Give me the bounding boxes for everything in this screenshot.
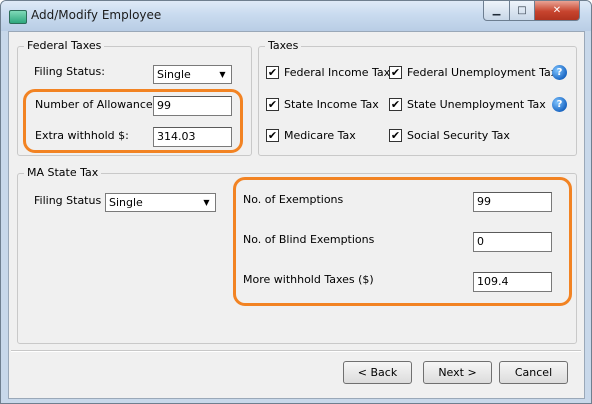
medicare-tax-label: Medicare Tax <box>284 129 356 142</box>
window-title: Add/Modify Employee <box>31 8 162 22</box>
window: Add/Modify Employee ▁ □ ✕ Federal Taxes … <box>0 0 592 404</box>
back-button[interactable]: < Back <box>343 361 412 384</box>
more-withhold-input[interactable]: 109.4 <box>473 272 552 292</box>
extra-withhold-input[interactable]: 314.03 <box>153 127 232 147</box>
social-security-tax-label: Social Security Tax <box>407 129 510 142</box>
federal-filing-status-select[interactable]: Single ▼ <box>153 65 232 84</box>
maximize-icon: □ <box>517 5 527 16</box>
minimize-button[interactable]: ▁ <box>483 1 510 21</box>
close-icon: ✕ <box>552 5 562 16</box>
cancel-button[interactable]: Cancel <box>499 361 568 384</box>
app-icon <box>9 10 27 24</box>
ma-filing-status-select[interactable]: Single ▼ <box>105 193 216 212</box>
federal-taxes-title: Federal Taxes <box>24 39 105 52</box>
footer-separator <box>11 350 581 352</box>
federal-filing-status-label: Filing Status: <box>34 65 105 78</box>
social-security-tax-checkbox[interactable]: ✔ <box>389 129 402 142</box>
maximize-button[interactable]: □ <box>510 1 535 21</box>
state-income-tax-checkbox[interactable]: ✔ <box>266 98 279 111</box>
state-income-tax-label: State Income Tax <box>284 98 379 111</box>
extra-withhold-label: Extra withhold $: <box>35 129 129 142</box>
ma-filing-status-value: Single <box>109 196 143 209</box>
chevron-down-icon: ▼ <box>219 70 226 79</box>
help-icon[interactable]: ? <box>552 65 567 80</box>
state-unemployment-tax-checkbox[interactable]: ✔ <box>389 98 402 111</box>
allowance-input[interactable]: 99 <box>153 96 232 116</box>
blind-exemptions-label: No. of Blind Exemptions <box>243 233 375 246</box>
federal-unemployment-tax-checkbox[interactable]: ✔ <box>389 66 402 79</box>
close-button[interactable]: ✕ <box>535 1 580 21</box>
help-icon[interactable]: ? <box>552 97 567 112</box>
federal-income-tax-label: Federal Income Tax <box>284 66 391 79</box>
ma-state-tax-title: MA State Tax <box>24 166 102 179</box>
next-button[interactable]: Next > <box>423 361 492 384</box>
caption-buttons: ▁ □ ✕ <box>483 1 580 21</box>
exemptions-input[interactable]: 99 <box>473 192 552 212</box>
taxes-title: Taxes <box>265 39 302 52</box>
ma-filing-status-label: Filing Status <box>34 194 102 207</box>
federal-filing-status-value: Single <box>157 68 191 81</box>
federal-income-tax-checkbox[interactable]: ✔ <box>266 66 279 79</box>
chevron-down-icon: ▼ <box>203 198 210 207</box>
more-withhold-label: More withhold Taxes ($) <box>243 273 374 286</box>
federal-unemployment-tax-label: Federal Unemployment Tax <box>407 66 558 79</box>
title-bar[interactable]: Add/Modify Employee ▁ □ ✕ <box>1 1 591 31</box>
allowance-label: Number of Allowance: <box>35 98 157 111</box>
state-unemployment-tax-label: State Unemployment Tax <box>407 98 546 111</box>
dialog-body: Federal Taxes Filing Status: Single ▼ Nu… <box>8 31 585 399</box>
exemptions-label: No. of Exemptions <box>243 193 344 206</box>
minimize-icon: ▁ <box>492 5 501 16</box>
blind-exemptions-input[interactable]: 0 <box>473 232 552 252</box>
medicare-tax-checkbox[interactable]: ✔ <box>266 129 279 142</box>
